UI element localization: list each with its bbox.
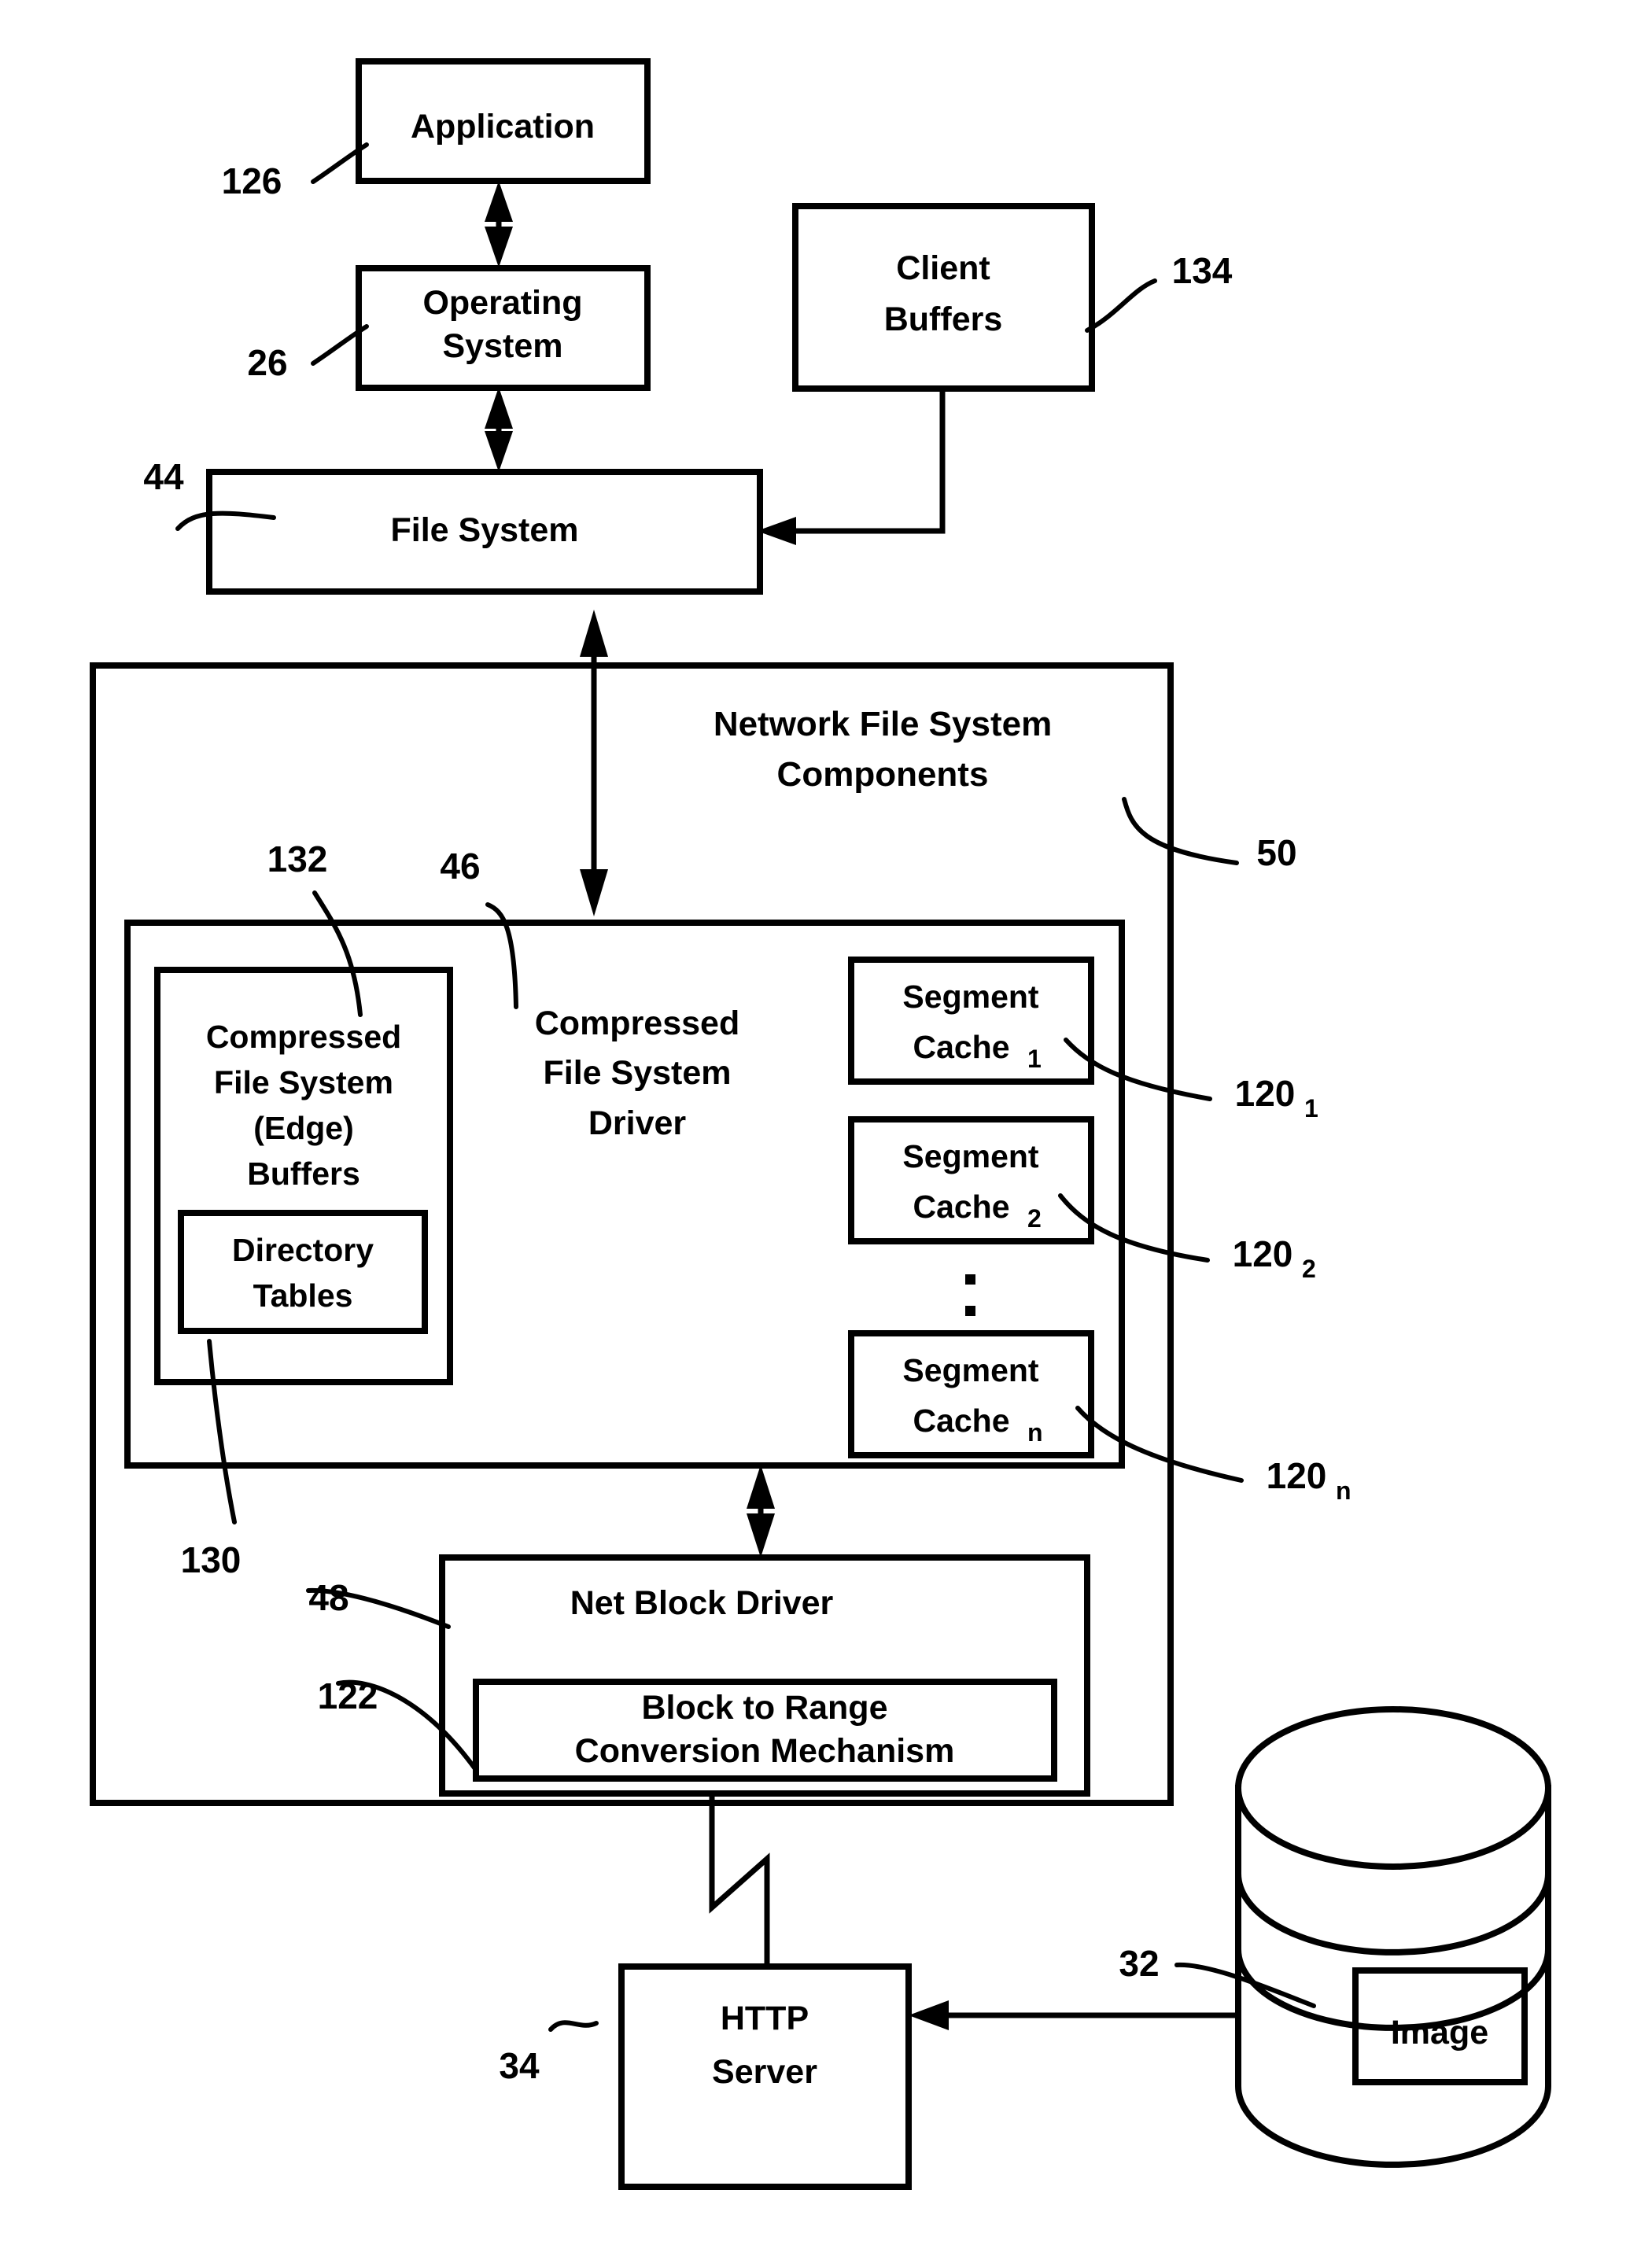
edge-buffers-label-line1: Compressed bbox=[206, 1019, 401, 1055]
ref-label-120-2: 120 bbox=[1233, 1233, 1293, 1274]
ref-label-134: 134 bbox=[1172, 250, 1233, 291]
ref-122: 122 bbox=[318, 1675, 478, 1772]
cfs-driver-label-line2: File System bbox=[544, 1054, 732, 1092]
figure-canvas: Application 126 Operating System 26 Clie… bbox=[0, 0, 1652, 2245]
ref-label-32: 32 bbox=[1119, 1943, 1159, 1984]
ref-label-26: 26 bbox=[247, 342, 287, 383]
application-label: Application bbox=[411, 108, 595, 146]
box-compressed-fs-edge-buffers[interactable]: Compressed File System (Edge) Buffers bbox=[154, 967, 453, 1385]
box-client-buffers[interactable]: Client Buffers bbox=[792, 203, 1095, 392]
http-server-label-line2: Server bbox=[712, 2053, 817, 2091]
ref-34: 34 bbox=[499, 2020, 599, 2086]
client-buffers-label-line2: Buffers bbox=[884, 300, 1003, 338]
http-server-label-line1: HTTP bbox=[721, 2000, 809, 2037]
ref-label-46: 46 bbox=[440, 846, 480, 887]
nfs-components-label-line2: Components bbox=[777, 755, 989, 794]
segment-cache-n-subscript: n bbox=[1027, 1418, 1043, 1447]
file-system-label: File System bbox=[391, 511, 579, 549]
ref-label-132: 132 bbox=[267, 839, 328, 879]
arrow-os-filesystem bbox=[485, 387, 513, 472]
ref-label-126: 126 bbox=[222, 160, 282, 201]
cfs-driver-label-line3: Driver bbox=[588, 1104, 687, 1142]
ref-sub-120-1: 1 bbox=[1304, 1094, 1318, 1122]
ref-134: 134 bbox=[1085, 250, 1233, 333]
os-label-line1: Operating bbox=[422, 284, 582, 322]
ref-120-2: 120 2 bbox=[1058, 1193, 1316, 1283]
ref-label-50: 50 bbox=[1256, 832, 1296, 873]
ref-sub-120-n: n bbox=[1336, 1476, 1351, 1505]
arrow-filesystem-cfsdriver bbox=[580, 610, 608, 916]
directory-tables-label-line1: Directory bbox=[232, 1232, 374, 1268]
block-to-range-label-line1: Block to Range bbox=[642, 1689, 888, 1727]
ref-label-34: 34 bbox=[499, 2045, 540, 2086]
box-operating-system[interactable]: Operating System bbox=[356, 265, 651, 391]
box-http-server[interactable]: HTTP Server bbox=[618, 1963, 912, 2190]
segment-cache-1-subscript: 1 bbox=[1027, 1045, 1042, 1073]
ref-label-120-n: 120 bbox=[1267, 1455, 1327, 1496]
segment-cache-2-label-line1: Segment bbox=[902, 1138, 1038, 1174]
box-segment-cache-1[interactable]: Segment Cache 1 bbox=[848, 957, 1094, 1085]
directory-tables-label-line2: Tables bbox=[253, 1277, 353, 1314]
image-label: Image bbox=[1391, 2014, 1488, 2051]
block-to-range-label-line2: Conversion Mechanism bbox=[575, 1732, 955, 1770]
box-application[interactable]: Application bbox=[356, 58, 651, 184]
ref-label-122: 122 bbox=[318, 1675, 378, 1716]
arrow-application-os bbox=[485, 181, 513, 267]
box-block-to-range-conversion[interactable]: Block to Range Conversion Mechanism bbox=[473, 1679, 1057, 1782]
box-segment-cache-2[interactable]: Segment Cache 2 bbox=[848, 1116, 1094, 1244]
ref-132: 132 bbox=[267, 839, 363, 1017]
segment-cache-1-label-line1: Segment bbox=[902, 979, 1038, 1015]
box-file-system[interactable]: File System bbox=[206, 469, 763, 595]
ref-label-48: 48 bbox=[308, 1577, 348, 1618]
ref-126: 126 bbox=[222, 142, 369, 201]
edge-buffers-label-line3: (Edge) bbox=[253, 1110, 354, 1146]
arrow-cfsdriver-netblockdriver bbox=[747, 1465, 775, 1557]
net-block-driver-label: Net Block Driver bbox=[570, 1584, 834, 1622]
os-label-line2: System bbox=[443, 327, 563, 365]
cfs-driver-label-line1: Compressed bbox=[535, 1005, 739, 1042]
ref-label-120-1: 120 bbox=[1235, 1073, 1296, 1114]
ref-label-44: 44 bbox=[143, 456, 184, 497]
ref-26: 26 bbox=[247, 324, 369, 383]
client-buffers-label-line1: Client bbox=[896, 249, 990, 287]
segment-cache-n-label-line2: Cache bbox=[913, 1403, 1009, 1439]
ref-130: 130 bbox=[181, 1339, 242, 1580]
ref-48: 48 bbox=[306, 1577, 451, 1629]
edge-buffers-label-line2: File System bbox=[214, 1064, 393, 1100]
ellipsis-segment-caches bbox=[965, 1274, 975, 1316]
database-cylinder bbox=[1235, 1706, 1551, 2168]
ref-120-1: 120 1 bbox=[1064, 1038, 1318, 1122]
box-segment-cache-n[interactable]: Segment Cache n bbox=[848, 1330, 1094, 1458]
ref-50: 50 bbox=[1122, 797, 1297, 873]
ref-label-130: 130 bbox=[181, 1539, 242, 1580]
segment-cache-n-label-line1: Segment bbox=[902, 1352, 1038, 1388]
block-diagram: Application 126 Operating System 26 Clie… bbox=[90, 58, 1551, 2190]
connector-netblock-httpserver bbox=[709, 1793, 770, 1967]
nfs-components-label-line1: Network File System bbox=[714, 705, 1052, 743]
ref-sub-120-2: 2 bbox=[1302, 1255, 1316, 1283]
edge-buffers-label-line4: Buffers bbox=[247, 1156, 360, 1192]
segment-cache-1-label-line2: Cache bbox=[913, 1029, 1009, 1065]
segment-cache-2-label-line2: Cache bbox=[913, 1189, 1009, 1225]
box-directory-tables[interactable]: Directory Tables bbox=[178, 1210, 428, 1334]
segment-cache-2-subscript: 2 bbox=[1027, 1204, 1042, 1233]
arrow-clientbuffers-filesystem bbox=[757, 389, 946, 545]
